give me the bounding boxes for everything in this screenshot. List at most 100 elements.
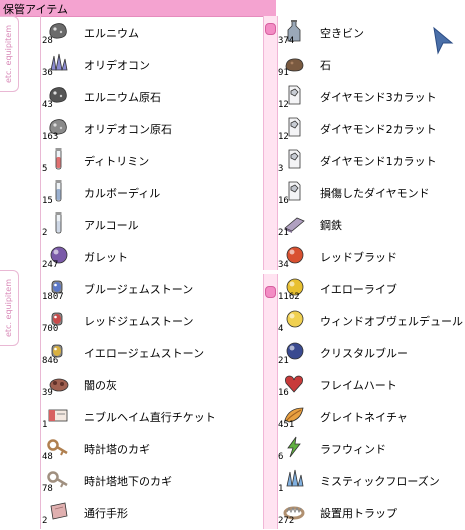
item-name: イエロージェムストーン	[84, 347, 205, 360]
item-name: ラフウィンド	[320, 443, 386, 456]
storage-item[interactable]: 28 エルニウム	[42, 18, 262, 50]
storage-item[interactable]: 43 エルニウム原石	[42, 82, 262, 114]
storage-item[interactable]: 12 ダイヤモンド3カラット	[278, 82, 465, 114]
gray-ore-icon: 43	[42, 82, 74, 114]
item-name: オリデオコン原石	[84, 123, 172, 136]
storage-item[interactable]: 2 アルコール	[42, 210, 262, 242]
storage-item[interactable]: 16 フレイムハート	[278, 370, 465, 402]
diamond-icon: 12	[278, 114, 310, 146]
item-quantity: 2	[42, 228, 48, 238]
item-quantity: 374	[278, 36, 295, 46]
diamond-icon: 12	[278, 82, 310, 114]
storage-item[interactable]: 39 闇の灰	[42, 370, 262, 402]
item-quantity: 3	[278, 164, 284, 174]
bolt-icon: 6	[278, 434, 310, 466]
storage-item[interactable]: 16 損傷したダイヤモンド	[278, 178, 465, 210]
gray-ore-icon: 163	[42, 114, 74, 146]
item-name: 時計塔のカギ	[84, 443, 150, 456]
scrollbar-lower-thumb[interactable]	[265, 286, 276, 298]
scrollbar-upper[interactable]	[263, 16, 278, 270]
storage-item[interactable]: 451 グレイトネイチャ	[278, 402, 465, 434]
tab-etc-label: etc. equipitem	[4, 25, 13, 83]
item-name: ニブルヘイム直行チケット	[84, 411, 216, 424]
item-name: フレイムハート	[320, 379, 397, 392]
storage-item[interactable]: 1807 ブルージェムストーン	[42, 274, 262, 306]
item-quantity: 21	[278, 356, 289, 366]
mouse-cursor-icon	[433, 26, 454, 55]
storage-item[interactable]: 700 レッドジェムストーン	[42, 306, 262, 338]
key-icon: 48	[42, 434, 74, 466]
vial-icon: 15	[42, 178, 74, 210]
item-name: レッドジェムストーン	[84, 315, 194, 328]
item-name: 通行手形	[84, 507, 128, 520]
vial-icon: 5	[42, 146, 74, 178]
orb-icon: 1162	[278, 274, 310, 306]
paper-icon: 2	[42, 498, 74, 530]
item-name: レッドブラッド	[320, 251, 397, 264]
ash-icon: 39	[42, 370, 74, 402]
item-quantity: 48	[42, 452, 53, 462]
item-name: 鋼鉄	[320, 219, 342, 232]
item-name: イエローライブ	[320, 283, 397, 296]
storage-item[interactable]: 21 鋼鉄	[278, 210, 465, 242]
storage-item[interactable]: 272 設置用トラップ	[278, 498, 465, 530]
storage-item[interactable]: 78 時計塔地下のカギ	[42, 466, 262, 498]
item-quantity: 21	[278, 228, 289, 238]
storage-item[interactable]: 34 レッドブラッド	[278, 242, 465, 274]
item-name: グレイトネイチャ	[320, 411, 408, 424]
item-quantity: 16	[278, 196, 289, 206]
storage-item[interactable]: 48 時計塔のカギ	[42, 434, 262, 466]
tab-etc-2[interactable]: etc. equipitem	[0, 270, 19, 346]
storage-item[interactable]: 1 ニブルヘイム直行チケット	[42, 402, 262, 434]
storage-item[interactable]: 4 ウィンドオブヴェルデュール	[278, 306, 465, 338]
item-quantity: 451	[278, 420, 295, 430]
scrollbar-lower[interactable]	[263, 274, 278, 529]
leaf-icon: 451	[278, 402, 310, 434]
item-name: エルニウム	[84, 27, 139, 40]
storage-item[interactable]: 21 クリスタルブルー	[278, 338, 465, 370]
orb-icon: 34	[278, 242, 310, 274]
storage-item[interactable]: 163 オリデオコン原石	[42, 114, 262, 146]
vial-icon: 2	[42, 210, 74, 242]
item-name: ミスティックフローズン	[320, 475, 440, 488]
item-name: 闇の灰	[84, 379, 117, 392]
bottle-icon: 374	[278, 18, 310, 50]
tab-etc-2-label: etc. equipitem	[4, 279, 13, 337]
storage-item[interactable]: 36 オリデオコン	[42, 50, 262, 82]
item-name: ウィンドオブヴェルデュール	[320, 315, 463, 328]
storage-item[interactable]: 1 ミスティックフローズン	[278, 466, 465, 498]
item-name: ガレット	[84, 251, 128, 264]
item-quantity: 16	[278, 388, 289, 398]
item-quantity: 6	[278, 452, 284, 462]
item-quantity: 91	[278, 68, 289, 78]
item-name: オリデオコン	[84, 59, 150, 72]
trap-icon: 272	[278, 498, 310, 530]
storage-item[interactable]: 15 カルボーディル	[42, 178, 262, 210]
tab-etc[interactable]: etc. equipitem	[0, 16, 19, 92]
storage-item[interactable]: 6 ラフウィンド	[278, 434, 465, 466]
storage-item[interactable]: 12 ダイヤモンド2カラット	[278, 114, 465, 146]
item-quantity: 28	[42, 36, 53, 46]
item-quantity: 78	[42, 484, 53, 494]
item-quantity: 846	[42, 356, 59, 366]
item-quantity: 1807	[42, 292, 64, 302]
scrollbar-upper-thumb[interactable]	[265, 23, 276, 35]
diamond-icon: 3	[278, 146, 310, 178]
item-name: アルコール	[84, 219, 139, 232]
storage-item[interactable]: 5 ディトリミン	[42, 146, 262, 178]
item-name: 時計塔地下のカギ	[84, 475, 172, 488]
orb-icon: 21	[278, 338, 310, 370]
gem-icon: 846	[42, 338, 74, 370]
storage-item[interactable]: 2 通行手形	[42, 498, 262, 530]
window-title-bar[interactable]: 保管アイテム	[0, 0, 276, 17]
item-quantity: 1	[42, 420, 48, 430]
storage-item[interactable]: 1162 イエローライブ	[278, 274, 465, 306]
storage-item[interactable]: 846 イエロージェムストーン	[42, 338, 262, 370]
item-quantity: 43	[42, 100, 53, 110]
item-quantity: 15	[42, 196, 53, 206]
storage-item[interactable]: 3 ダイヤモンド1カラット	[278, 146, 465, 178]
storage-item[interactable]: 247 ガレット	[42, 242, 262, 274]
item-quantity: 700	[42, 324, 59, 334]
gray-ore-icon: 28	[42, 18, 74, 50]
orb-icon: 4	[278, 306, 310, 338]
